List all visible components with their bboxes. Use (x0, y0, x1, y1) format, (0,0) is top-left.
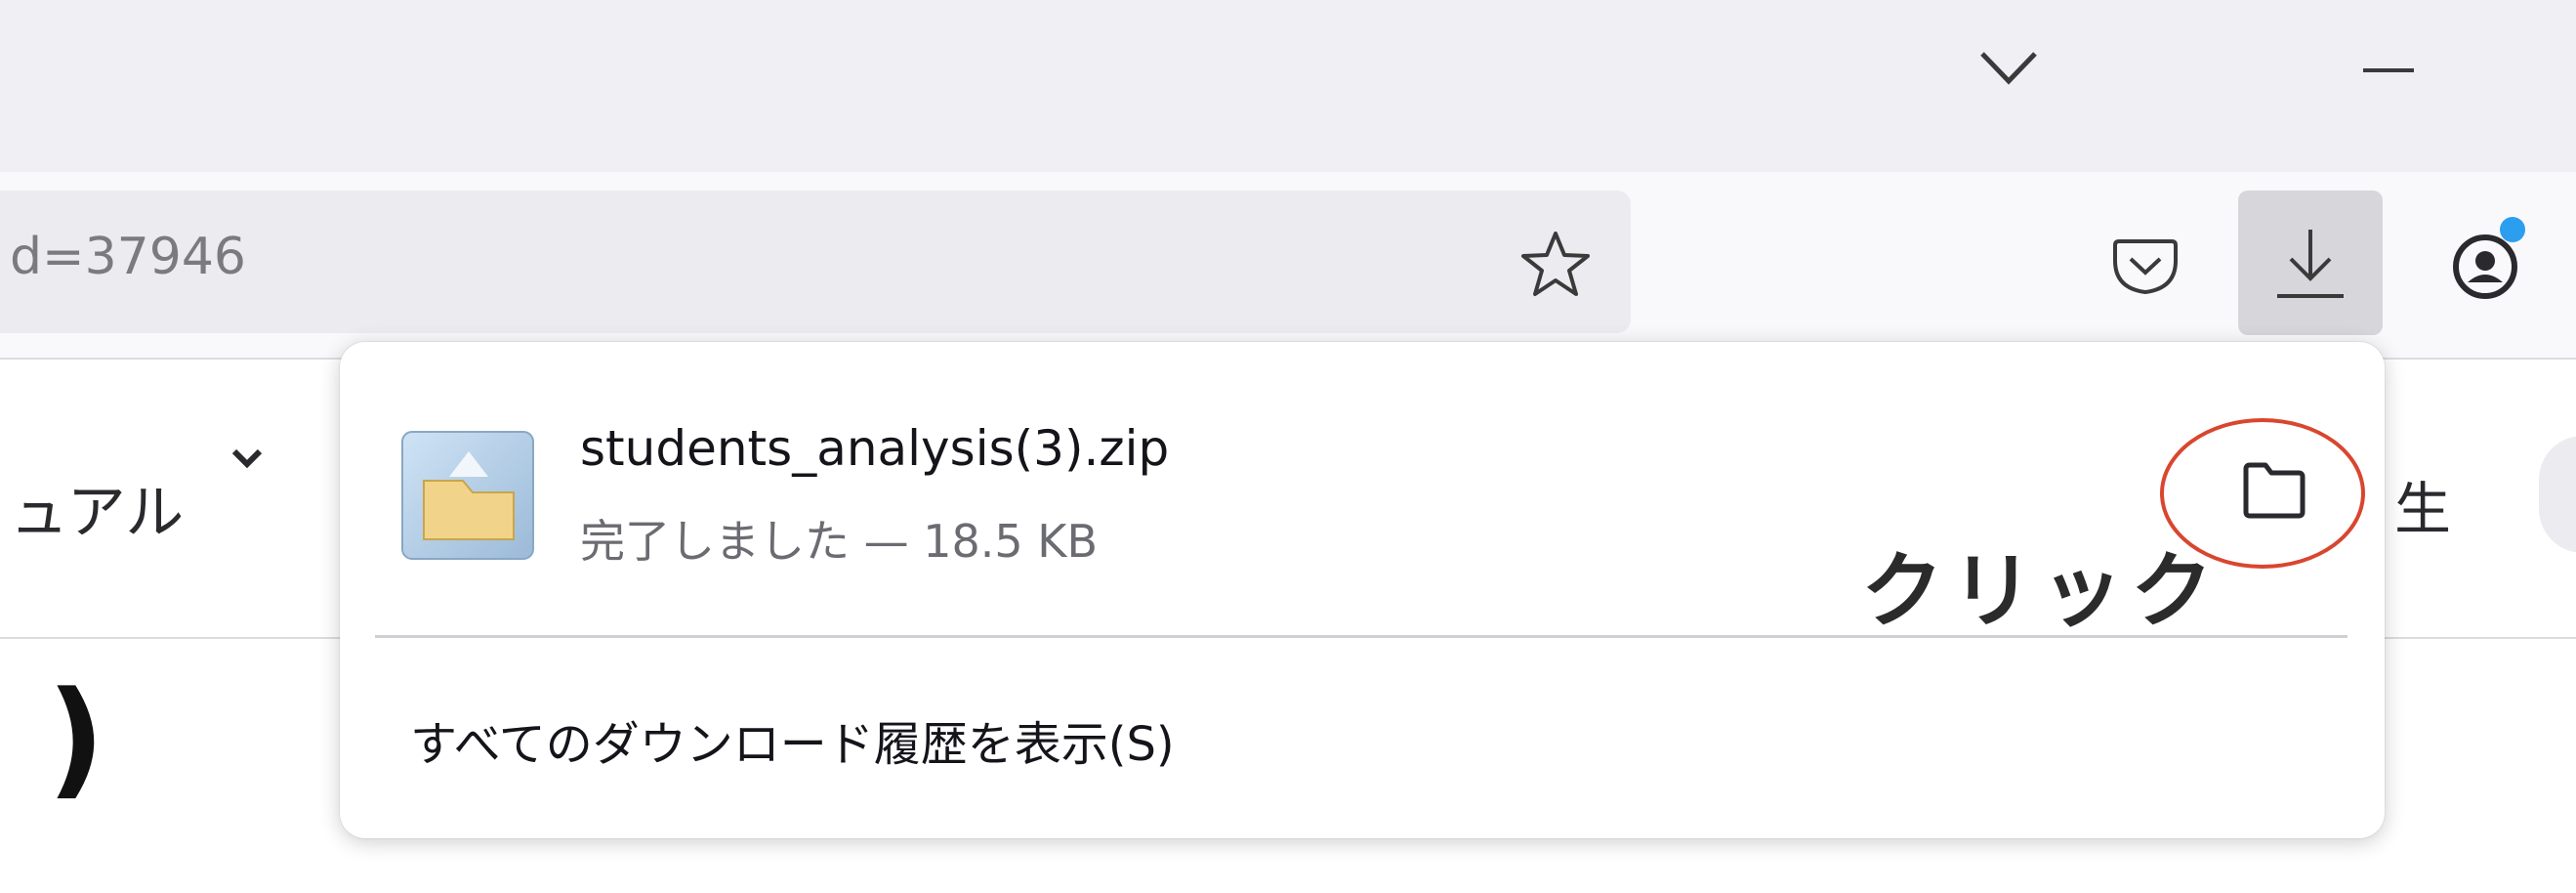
downloads-button[interactable] (2238, 191, 2383, 335)
download-icon (2277, 230, 2344, 298)
download-filename[interactable]: students_analysis(3).zip (580, 420, 1169, 477)
minimize-icon[interactable] (2363, 68, 2414, 72)
star-icon[interactable] (1518, 228, 1593, 302)
download-status: 完了しました — 18.5 KB (580, 515, 1099, 568)
downloads-panel: students_analysis(3).zip 完了しました — 18.5 K… (340, 342, 2385, 838)
show-all-downloads-link[interactable]: すべてのダウンロード履歴を表示(S) (410, 705, 1175, 774)
title-bar (0, 0, 2576, 172)
zip-file-icon[interactable] (395, 422, 541, 569)
nav-item-label[interactable]: 生 (2394, 463, 2451, 545)
caret-down-icon[interactable] (230, 447, 264, 469)
url-bar[interactable]: d=37946 (0, 191, 1631, 333)
nav-menu-label[interactable]: ュアル (10, 465, 184, 550)
callout-label: クリック (1861, 543, 2222, 639)
chevron-down-icon[interactable] (1974, 44, 2043, 93)
pocket-icon[interactable] (2109, 228, 2181, 300)
notification-dot (2500, 217, 2525, 242)
heading-fragment: ) (47, 663, 105, 812)
url-text: d=37946 (10, 228, 246, 286)
panel-divider (375, 635, 2347, 638)
